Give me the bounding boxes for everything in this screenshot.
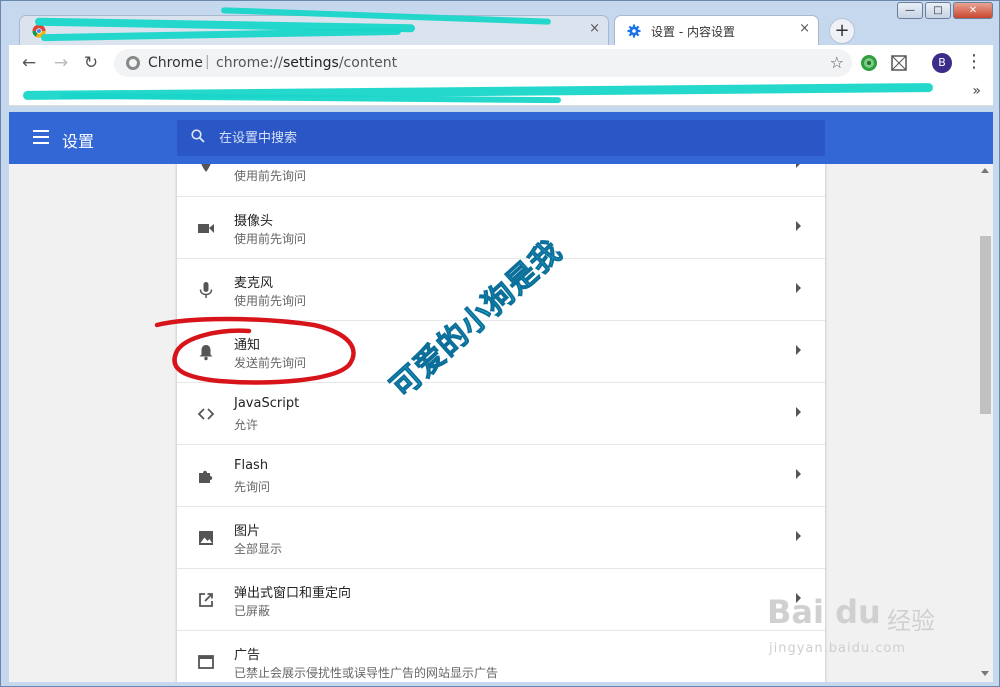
extension-globe-icon[interactable] xyxy=(860,54,878,72)
site-label: Chrome xyxy=(148,55,203,71)
close-tab-button[interactable]: × xyxy=(799,21,810,36)
list-item-images[interactable]: 图片 全部显示 xyxy=(177,506,825,568)
url-path: /content xyxy=(338,55,398,71)
list-item-popups[interactable]: 弹出式窗口和重定向 已屏蔽 xyxy=(177,568,825,630)
close-tab-button[interactable]: × xyxy=(589,21,600,36)
url-text: chrome://settings/content xyxy=(216,55,397,71)
settings-search[interactable] xyxy=(177,120,825,156)
camera-icon xyxy=(198,224,214,233)
row-subtitle: 全部显示 xyxy=(234,542,283,556)
chrome-secure-icon xyxy=(126,56,140,70)
row-subtitle: 先询问 xyxy=(234,480,271,494)
reload-button[interactable]: ↻ xyxy=(79,51,103,75)
tab-title: 设置 - 内容设置 xyxy=(651,25,735,39)
chevron-right-icon xyxy=(796,221,801,231)
code-icon xyxy=(197,408,215,420)
list-item-flash[interactable]: Flash 先询问 xyxy=(177,444,825,506)
chevron-right-icon xyxy=(796,469,801,479)
open-in-new-icon xyxy=(199,593,213,607)
list-item-camera[interactable]: 摄像头 使用前先询问 xyxy=(177,196,825,258)
row-title: 广告 xyxy=(234,648,261,663)
search-icon xyxy=(191,129,205,143)
row-subtitle: 已禁止会展示侵扰性或误导性广告的网站显示广告 xyxy=(234,666,499,680)
baidu-site-url: jingyan.baidu.com xyxy=(769,641,906,656)
list-item-javascript[interactable]: JavaScript 允许 xyxy=(177,382,825,444)
url-prefix: chrome:// xyxy=(216,55,283,71)
scroll-up-icon[interactable] xyxy=(981,168,989,173)
browser-window: — □ ✕ × 设置 - 内容设置 × + ← → ↻ Chrome | chr… xyxy=(0,0,1000,687)
list-item-ads[interactable]: 广告 已禁止会展示侵扰性或误导性广告的网站显示广告 xyxy=(177,630,825,682)
row-title: 弹出式窗口和重定向 xyxy=(234,586,352,601)
forward-button[interactable]: → xyxy=(49,51,73,75)
microphone-icon xyxy=(199,282,213,298)
extension-box-icon[interactable] xyxy=(890,54,908,72)
search-input[interactable] xyxy=(219,128,799,148)
profile-avatar[interactable]: B xyxy=(932,53,952,73)
annotation-circle xyxy=(154,316,356,385)
row-subtitle: 使用前先询问 xyxy=(234,294,307,308)
scroll-down-icon[interactable] xyxy=(981,671,989,676)
bookmark-star-icon[interactable]: ☆ xyxy=(830,53,844,72)
row-subtitle: 允许 xyxy=(234,418,259,432)
chevron-right-icon xyxy=(796,345,801,355)
page-title: 设置 xyxy=(62,132,95,151)
bookmarks-overflow-icon[interactable]: » xyxy=(972,83,981,99)
back-button[interactable]: ← xyxy=(17,51,41,75)
puzzle-icon xyxy=(199,470,213,483)
url-host: settings xyxy=(283,55,339,71)
location-icon xyxy=(201,164,211,172)
list-item-location[interactable]: 使用前先询问 xyxy=(177,164,825,196)
row-title: 麦克风 xyxy=(234,276,274,291)
chevron-right-icon xyxy=(796,531,801,541)
browser-toolbar: ← → ↻ Chrome | chrome://settings/content… xyxy=(9,45,993,81)
tab-settings[interactable]: 设置 - 内容设置 × xyxy=(614,15,819,45)
row-title: 图片 xyxy=(234,524,261,539)
row-title: Flash xyxy=(234,458,269,473)
chrome-menu-icon[interactable]: ⋮ xyxy=(964,51,984,72)
row-title: 摄像头 xyxy=(234,214,274,229)
address-bar[interactable]: Chrome | chrome://settings/content ☆ xyxy=(114,49,852,77)
scrollbar-thumb[interactable] xyxy=(980,236,991,414)
baidu-jingyan-label: 经验 xyxy=(887,607,935,635)
new-tab-button[interactable]: + xyxy=(829,18,855,44)
baidu-logo: Bai du xyxy=(767,593,881,631)
image-icon xyxy=(199,531,213,545)
menu-hamburger-icon[interactable] xyxy=(33,130,49,148)
content-settings-card: 使用前先询问 摄像头 使用前先询问 麦克风 使用前先询问 通知 发送前先询问 J… xyxy=(177,164,825,682)
row-title: JavaScript xyxy=(234,396,300,411)
row-subtitle: 使用前先询问 xyxy=(234,169,307,183)
gear-icon xyxy=(627,24,641,38)
address-separator: | xyxy=(205,54,210,70)
baidu-watermark: Bai du 经验 jingyan.baidu.com xyxy=(767,593,987,663)
row-subtitle: 使用前先询问 xyxy=(234,232,307,246)
chevron-right-icon xyxy=(796,283,801,293)
chevron-right-icon xyxy=(796,164,801,168)
row-subtitle: 已屏蔽 xyxy=(234,604,271,618)
chevron-right-icon xyxy=(796,407,801,417)
settings-header: 设置 xyxy=(9,112,993,164)
ad-window-icon xyxy=(198,655,214,669)
